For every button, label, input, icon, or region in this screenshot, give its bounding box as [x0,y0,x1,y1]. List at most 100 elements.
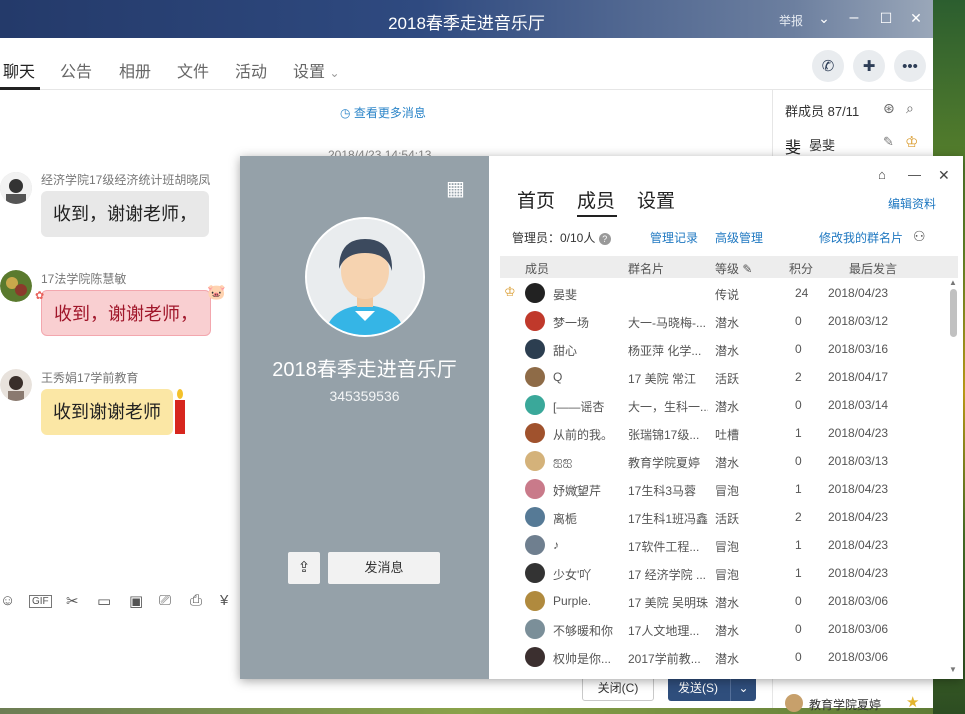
view-more-messages-link[interactable]: ◷ 查看更多消息 [340,104,426,121]
share-button[interactable]: ⇪ [288,552,320,584]
message-sender[interactable]: 王秀娟17学前教育 [41,369,138,386]
send-message-button[interactable]: 发消息 [328,552,440,584]
member-name[interactable]: 晏斐 [553,286,613,303]
member-name[interactable]: 甜心 [553,342,613,359]
tab-album[interactable]: 相册 [119,58,151,82]
member-name[interactable]: 妤媺҉望芹 [553,482,613,499]
member-avatar[interactable] [525,535,545,555]
table-row[interactable]: 少女'吖 17 经济学院 ... 冒泡 1 2018/04/23 [500,559,948,587]
title-bar[interactable]: 2018春季走进音乐厅 举报 ⌄ – ☐ ✕ [0,0,933,38]
message-sender[interactable]: 经济学院17级经济统计班胡晓凤 [41,171,210,188]
member-avatar[interactable] [525,311,545,331]
member-name[interactable]: 从前的我。 [553,426,613,443]
member-avatar[interactable] [525,283,545,303]
column-member[interactable]: 成员 [525,260,549,277]
scrollbar-track[interactable] [948,278,958,676]
table-row[interactable]: 妤媺҉望芹 17生科3马蓉 冒泡 1 2018/04/23 [500,475,948,503]
member-avatar[interactable] [525,395,545,415]
new-discussion-button[interactable]: ✚ [853,50,885,82]
member-avatar[interactable] [525,591,545,611]
scrollbar-thumb[interactable] [950,289,957,337]
column-card[interactable]: 群名片 [628,260,664,277]
message-bubble[interactable]: 收到谢谢老师 [41,389,173,435]
avatar[interactable] [0,270,32,302]
member-name[interactable]: 离栀 [553,510,613,527]
report-button[interactable]: 举报 [779,12,803,29]
maximize-icon[interactable]: ☐ [877,10,895,27]
table-row[interactable]: 梦一场 大一-马晓梅-... 潜水 0 2018/03/12 [500,307,948,335]
folder-icon[interactable]: ▭ [97,592,111,610]
message-sender[interactable]: 17法学院陈慧敏 [41,270,126,287]
message-bubble[interactable]: 收到，谢谢老师， [41,290,211,336]
gift-icon[interactable]: ⎙ [190,592,202,609]
help-icon[interactable]: ? [598,233,611,245]
member-name[interactable]: Purple. [553,594,613,608]
tab-settings[interactable]: 设置 [637,186,675,213]
manage-log-link[interactable]: 管理记录 [650,229,698,246]
member-name[interactable]: 教育学院夏婷 [809,696,881,713]
table-row[interactable]: Q 17 美院 常江 活跃 2 2018/04/17 [500,363,948,391]
member-avatar[interactable] [525,507,545,527]
video-icon[interactable]: ⎚ [159,592,171,609]
member-avatar[interactable] [525,451,545,471]
member-name[interactable]: 少女'吖 [553,566,613,583]
scroll-down-icon[interactable]: ▼ [949,665,957,674]
table-row[interactable]: ♪ 17软件工程... 冒泡 1 2018/04/23 [500,531,948,559]
red-packet-icon[interactable]: ¥ [220,592,228,609]
scroll-up-icon[interactable]: ▲ [949,278,957,287]
avatar[interactable] [0,369,32,401]
tab-announcement[interactable]: 公告 [60,58,92,82]
table-row[interactable]: 甜心 杨亚萍 化学... 潜水 0 2018/03/16 [500,335,948,363]
emoji-icon[interactable]: ☺ [0,592,15,609]
table-row[interactable]: [——谣杏 大一，生科一... 潜水 0 2018/03/14 [500,391,948,419]
member-avatar[interactable] [525,339,545,359]
member-name[interactable]: ஐஐ [553,454,613,470]
member-avatar[interactable] [525,423,545,443]
member-avatar[interactable] [525,479,545,499]
member-avatar[interactable] [525,647,545,667]
member-name[interactable]: 晏斐 [809,135,835,154]
tab-activities[interactable]: 活动 [235,58,267,82]
tab-settings[interactable]: 设置 ⌄ [293,58,340,82]
member-name[interactable]: [——谣杏 [553,398,613,415]
member-name[interactable]: 梦一场 [553,314,613,331]
phone-call-button[interactable]: ✆ [812,50,844,82]
member-name[interactable]: 不够暖和你 [553,622,613,639]
edit-group-card-link[interactable]: 修改我的群名片 [819,229,903,246]
member-avatar[interactable] [525,563,545,583]
close-icon[interactable]: ✕ [938,167,950,184]
table-row[interactable]: 不够暖和你 17人文地理... 潜水 0 2018/03/06 [500,615,948,643]
advanced-manage-link[interactable]: 高级管理 [715,229,763,246]
minimize-icon[interactable]: — [908,167,921,182]
chevron-down-icon[interactable]: ⌄ [815,10,833,27]
member-avatar[interactable] [525,619,545,639]
table-row[interactable]: 从前的我。 张瑞锦17级... 吐槽 1 2018/04/23 [500,419,948,447]
table-row[interactable]: ஐஐ 教育学院夏婷 潜水 0 2018/03/13 [500,447,948,475]
group-avatar[interactable] [305,217,425,337]
avatar[interactable] [0,172,32,204]
manage-members-icon[interactable]: ⊛ [883,100,895,117]
tab-chat[interactable]: 聊天 [3,58,35,82]
table-row[interactable]: ♔ 晏斐 传说 24 2018/04/23 [500,279,948,307]
column-last-speak[interactable]: 最后发言 [849,260,897,277]
table-row[interactable]: Purple. 17 美院 吴明珠 潜水 0 2018/03/06 [500,587,948,615]
close-icon[interactable]: ✕ [907,10,925,27]
search-icon[interactable]: ⌕ [906,100,914,117]
member-avatar[interactable] [525,367,545,387]
message-bubble[interactable]: 收到，谢谢老师， [41,191,209,237]
member-name[interactable]: Q [553,370,613,384]
more-options-button[interactable]: ••• [894,50,926,82]
tab-files[interactable]: 文件 [177,58,209,82]
member-name[interactable]: ♪ [553,538,613,552]
edit-icon[interactable]: ✎ [883,134,894,150]
qr-code-icon[interactable]: ▦ [446,176,470,200]
column-level[interactable]: 等级 ✎ [715,260,752,277]
member-settings-icon[interactable]: ⚇ [913,228,926,245]
member-name[interactable]: 权帅是你... [553,650,613,667]
table-row[interactable]: 离栀 17生科1班冯鑫 活跃 2 2018/04/23 [500,503,948,531]
tab-home[interactable]: 首页 [517,186,555,213]
gif-icon[interactable]: GIF [29,595,52,608]
column-points[interactable]: 积分 [789,260,813,277]
scissors-icon[interactable]: ✂ [66,592,79,610]
minimize-icon[interactable]: – [845,9,863,27]
